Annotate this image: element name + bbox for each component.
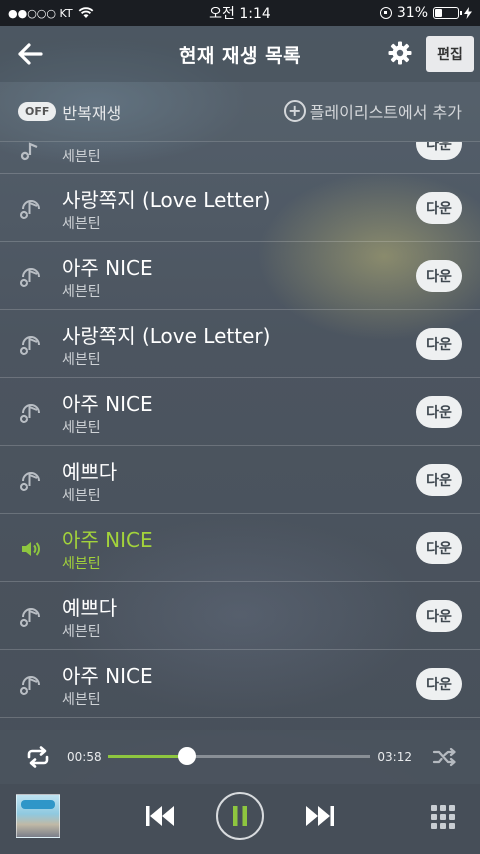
add-from-playlist-button[interactable]: + 플레이리스트에서 추가: [283, 99, 462, 123]
settings-button[interactable]: [386, 39, 414, 67]
rotation-lock-icon: [379, 7, 392, 19]
back-arrow-icon: [18, 43, 43, 65]
song-artist: 세븐틴: [62, 420, 101, 436]
repeat-label: 반복재생: [62, 103, 122, 123]
music-note-icon: [20, 608, 40, 627]
elapsed-time: 00:58: [67, 750, 102, 764]
seek-handle[interactable]: [177, 747, 196, 765]
repeat-icon: [27, 746, 49, 768]
speaker-playing-icon: [22, 542, 40, 556]
plus-circle-icon: +: [283, 100, 306, 122]
music-note-icon: [20, 472, 40, 491]
playlist-options-bar: OFF 반복재생 + 플레이리스트에서 추가: [0, 82, 480, 142]
list-item[interactable]: 세븐틴 다운: [0, 142, 480, 174]
song-title: 아주 NICE: [62, 392, 153, 416]
download-button[interactable]: 다운: [416, 600, 462, 632]
header-bar: 현재 재생 목록 편집: [0, 26, 480, 82]
carrier-signal: ●●○○○ KT: [8, 6, 73, 20]
shuffle-button[interactable]: [430, 745, 460, 769]
previous-button[interactable]: [142, 800, 178, 832]
music-note-icon: [20, 142, 38, 161]
list-item[interactable]: 사랑쪽지 (Love Letter) 세븐틴 다운: [0, 310, 480, 378]
add-from-playlist-label: 플레이리스트에서 추가: [309, 103, 462, 122]
list-item[interactable]: 사랑쪽지 (Love Letter) 세븐틴 다운: [0, 174, 480, 242]
playlist: 세븐틴 다운 사랑쪽지 (Love Letter) 세븐틴 다운 아주 NICE…: [0, 142, 480, 722]
back-button[interactable]: [14, 38, 46, 70]
edit-button[interactable]: 편집: [426, 36, 474, 72]
pause-icon: [233, 806, 247, 826]
song-title: 아주 NICE: [62, 664, 153, 688]
music-note-icon: [20, 676, 40, 695]
charging-bolt-icon: [464, 7, 472, 19]
total-duration: 03:12: [377, 750, 412, 764]
music-note-icon: [20, 268, 40, 287]
seek-progress-fill: [108, 755, 187, 758]
music-note-icon: [20, 200, 40, 219]
download-button[interactable]: 다운: [416, 142, 462, 160]
download-button[interactable]: 다운: [416, 668, 462, 700]
song-artist: 세븐틴: [62, 556, 101, 572]
pause-button[interactable]: [216, 792, 264, 840]
song-artist: 세븐틴: [62, 284, 101, 300]
song-artist: 세븐틴: [62, 624, 101, 640]
progress-bar-area: 00:58 03:12: [0, 730, 480, 784]
album-logo: [21, 800, 55, 809]
list-item[interactable]: 아주 NICE 세븐틴 다운: [0, 650, 480, 718]
player-controls: [0, 784, 480, 854]
battery-percent: 31%: [396, 5, 428, 21]
status-bar: ●●○○○ KT 오전 1:14 31%: [0, 0, 480, 26]
song-artist: 세븐틴: [62, 488, 101, 504]
song-artist: 세븐틴: [62, 352, 101, 368]
repeat-button[interactable]: [22, 744, 54, 770]
song-title: 예쁘다: [62, 596, 118, 620]
album-art[interactable]: [16, 794, 60, 838]
song-title: 사랑쪽지 (Love Letter): [62, 324, 271, 348]
wifi-icon: [78, 7, 93, 18]
download-button[interactable]: 다운: [416, 396, 462, 428]
music-note-icon: [20, 404, 40, 423]
page-title: 현재 재생 목록: [178, 44, 302, 67]
previous-icon: [146, 806, 174, 826]
song-artist: 세븐틴: [62, 692, 101, 708]
seek-slider[interactable]: [108, 747, 370, 765]
song-artist: 세븐틴: [62, 149, 101, 165]
download-button[interactable]: 다운: [416, 192, 462, 224]
song-title: 사랑쪽지 (Love Letter): [62, 188, 271, 212]
download-button[interactable]: 다운: [416, 260, 462, 292]
list-item-now-playing[interactable]: 아주 NICE 세븐틴 다운: [0, 514, 480, 582]
shuffle-icon: [432, 747, 456, 767]
menu-grid-button[interactable]: [428, 802, 458, 832]
download-button[interactable]: 다운: [416, 532, 462, 564]
download-button[interactable]: 다운: [416, 464, 462, 496]
song-title: 아주 NICE: [62, 256, 153, 280]
song-artist: 세븐틴: [62, 216, 101, 232]
battery-icon: [433, 7, 462, 19]
list-item[interactable]: 예쁘다 세븐틴 다운: [0, 582, 480, 650]
song-title: 아주 NICE: [62, 528, 153, 552]
download-button[interactable]: 다운: [416, 328, 462, 360]
list-item[interactable]: 아주 NICE 세븐틴 다운: [0, 242, 480, 310]
gear-icon: [388, 41, 412, 65]
next-button[interactable]: [302, 800, 338, 832]
status-time: 오전 1:14: [209, 6, 271, 22]
list-item[interactable]: 예쁘다 세븐틴 다운: [0, 446, 480, 514]
music-note-icon: [20, 336, 40, 355]
next-icon: [306, 806, 334, 826]
grid-menu-icon: [431, 805, 455, 829]
repeat-toggle[interactable]: OFF: [18, 102, 57, 121]
song-title: 예쁘다: [62, 460, 118, 484]
list-item[interactable]: 아주 NICE 세븐틴 다운: [0, 378, 480, 446]
